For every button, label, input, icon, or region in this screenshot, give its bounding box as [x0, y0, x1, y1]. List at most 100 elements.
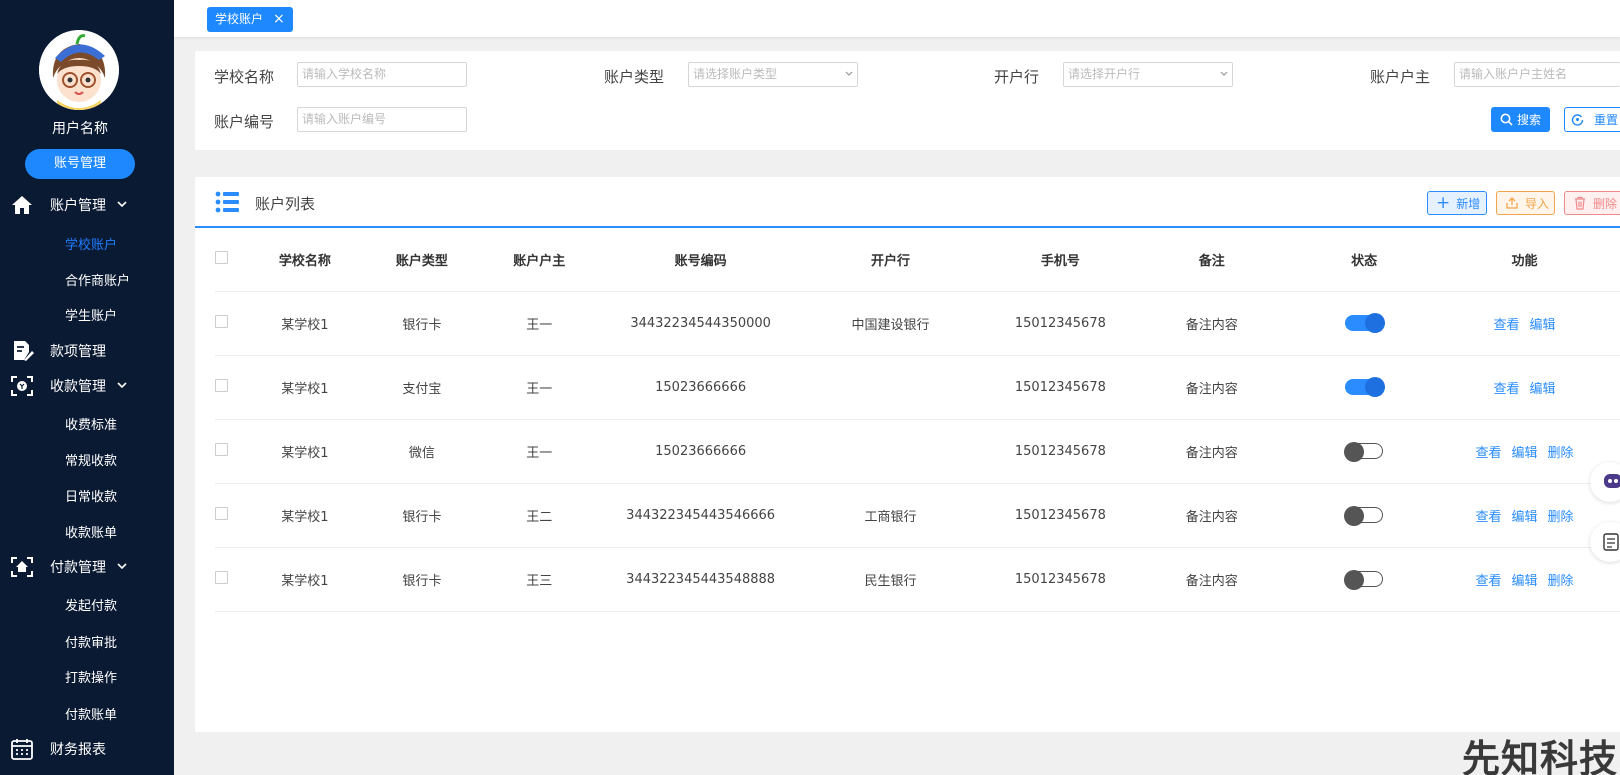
chevron-down-icon: [1220, 71, 1228, 76]
search-button[interactable]: 搜索: [1491, 107, 1550, 132]
row-checkbox[interactable]: [215, 506, 228, 520]
nav-group-label: 账户管理: [50, 198, 106, 214]
row-select-cell: [215, 483, 228, 548]
column-header: 手机号: [996, 229, 1125, 292]
user-avatar[interactable]: [39, 30, 119, 110]
status-toggle[interactable]: [1345, 313, 1386, 333]
chevron-down-icon: [117, 563, 127, 570]
owner-cell: 王一: [461, 355, 617, 420]
account-management-button[interactable]: 账号管理: [25, 149, 135, 179]
delete-link[interactable]: 删除: [1548, 510, 1574, 525]
edit-link[interactable]: 编辑: [1512, 574, 1538, 589]
column-header: 学校名称: [228, 229, 382, 292]
account-no-label: 账户编号: [214, 113, 275, 131]
owner-input[interactable]: 请输入账户户主姓名: [1454, 62, 1620, 87]
list-icon: [215, 191, 239, 213]
phone-cell: 15012345678: [996, 483, 1125, 548]
delete-button[interactable]: 删除: [1564, 191, 1620, 215]
delete-link[interactable]: 删除: [1548, 446, 1574, 461]
row-checkbox[interactable]: [215, 314, 228, 328]
nav-item-initiate-payment[interactable]: 发起付款: [65, 595, 117, 614]
nav-item-payment-bill[interactable]: 付款账单: [65, 704, 117, 723]
account-type-select[interactable]: 请选择账户类型: [688, 62, 858, 87]
delete-button-label: 删除: [1593, 196, 1618, 211]
owner-cell: 王三: [461, 547, 617, 612]
bank-cell: [784, 419, 997, 484]
column-header: 账户类型: [381, 229, 462, 292]
reset-button[interactable]: 重置: [1564, 107, 1620, 132]
phone-cell: 15012345678: [996, 547, 1125, 612]
edit-link[interactable]: 编辑: [1512, 510, 1538, 525]
status-cell: [1299, 483, 1430, 548]
account-no-input[interactable]: 请输入账户编号: [297, 107, 467, 132]
view-link[interactable]: 查看: [1476, 574, 1502, 589]
nav-item-regular-receipt[interactable]: 常规收款: [65, 450, 117, 469]
close-icon[interactable]: ×: [273, 7, 285, 32]
note-cell: 备注内容: [1124, 547, 1300, 612]
phone-cell: 15012345678: [996, 419, 1125, 484]
nav-group-label: 财务报表: [50, 742, 106, 758]
row-checkbox[interactable]: [215, 442, 228, 456]
table-row: 某学校1 银行卡 王二 344322345443546666 工商银行 1501…: [215, 483, 1620, 548]
nav-item-student-account[interactable]: 学生账户: [65, 305, 117, 324]
list-header: 账户列表 + 新增 导入 删除: [195, 177, 1620, 228]
status-toggle[interactable]: [1345, 377, 1386, 397]
tab-school-account[interactable]: 学校账户 ×: [207, 7, 293, 32]
add-button-label: 新增: [1456, 196, 1481, 211]
sidebar: 用户名称 账号管理 账户管理 学校账户 合作商账户 学生账户 款项管理 收款管理…: [0, 0, 174, 775]
table-row: 某学校1 微信 王一 15023666666 15012345678 备注内容 …: [215, 419, 1620, 484]
reset-button-label: 重置: [1594, 113, 1619, 127]
nav-group-account[interactable]: 账户管理: [0, 191, 174, 219]
view-link[interactable]: 查看: [1494, 382, 1520, 397]
view-link[interactable]: 查看: [1494, 318, 1520, 333]
delete-link[interactable]: 删除: [1548, 574, 1574, 589]
table-row: 某学校1 银行卡 王一 34432234544350000 中国建设银行 150…: [215, 291, 1620, 356]
add-button[interactable]: + 新增: [1427, 191, 1487, 215]
phone-cell: 15012345678: [996, 291, 1125, 356]
select-all-checkbox[interactable]: [215, 251, 228, 265]
column-header: 状态: [1299, 229, 1430, 292]
edit-link[interactable]: 编辑: [1530, 382, 1556, 397]
nav-item-school-account[interactable]: 学校账户: [65, 234, 117, 253]
search-button-label: 搜索: [1516, 113, 1541, 127]
nav-group-reports[interactable]: 财务报表: [0, 735, 174, 763]
upload-icon: [1506, 197, 1518, 209]
nav-item-payment-approval[interactable]: 付款审批: [65, 632, 117, 651]
tab-label: 学校账户: [215, 12, 264, 26]
nav-group-receipts[interactable]: 收款管理: [0, 372, 174, 400]
home-icon: [12, 196, 32, 214]
nav-item-daily-receipt[interactable]: 日常收款: [65, 486, 117, 505]
edit-link[interactable]: 编辑: [1530, 318, 1556, 333]
bank-cell: 中国建设银行: [784, 291, 997, 356]
search-icon: [1500, 113, 1513, 126]
row-checkbox[interactable]: [215, 570, 228, 584]
status-toggle[interactable]: [1344, 570, 1384, 590]
status-toggle[interactable]: [1344, 442, 1384, 462]
row-checkbox[interactable]: [215, 378, 228, 392]
nav-group-funds[interactable]: 款项管理: [0, 337, 174, 365]
account-list-panel: 账户列表 + 新增 导入 删除 学校名称 账户类型 账户户主 账号编码 开户行 …: [195, 177, 1620, 732]
school-name-input[interactable]: 请输入学校名称: [297, 62, 467, 87]
column-header: 备注: [1124, 229, 1300, 292]
nav-item-fee-standard[interactable]: 收费标准: [65, 414, 117, 433]
nav-item-receipt-bill[interactable]: 收款账单: [65, 522, 117, 541]
edit-link[interactable]: 编辑: [1512, 446, 1538, 461]
code-cell: 34432234544350000: [616, 291, 785, 356]
view-link[interactable]: 查看: [1476, 510, 1502, 525]
status-toggle[interactable]: [1344, 506, 1384, 526]
nav-group-payments[interactable]: 付款管理: [0, 553, 174, 581]
school-cell: 某学校1: [228, 547, 382, 612]
feedback-icon[interactable]: [1590, 522, 1620, 562]
bank-select[interactable]: 请选择开户行: [1063, 62, 1233, 87]
import-button[interactable]: 导入: [1496, 191, 1555, 215]
chevron-down-icon: [117, 201, 127, 208]
status-cell: [1299, 419, 1430, 484]
toggle-knob: [1365, 313, 1386, 333]
nav-item-partner-account[interactable]: 合作商账户: [65, 270, 130, 289]
toggle-knob: [1344, 506, 1365, 526]
row-select-cell: [215, 355, 228, 420]
nav-item-transfer-operation[interactable]: 打款操作: [65, 667, 117, 686]
view-link[interactable]: 查看: [1476, 446, 1502, 461]
nav-group-label: 付款管理: [50, 560, 106, 576]
robot-assistant-icon[interactable]: [1590, 462, 1620, 502]
